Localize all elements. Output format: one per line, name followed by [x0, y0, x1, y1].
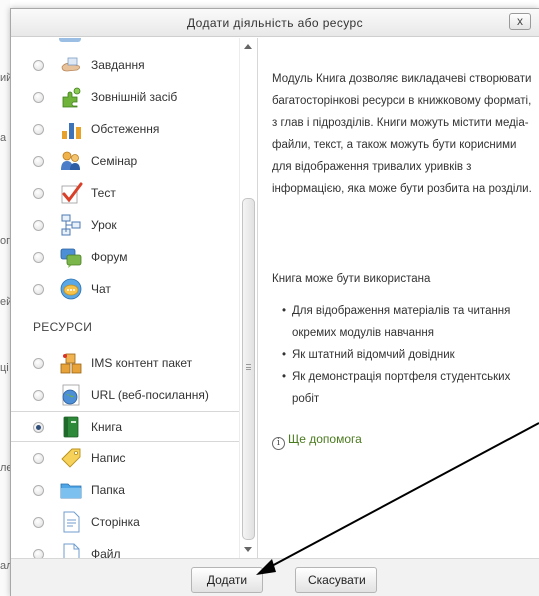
option-label: Форум: [91, 250, 128, 264]
help-panel: Модуль Книга дозволяє викладачеві створю…: [257, 38, 539, 558]
option-label: IMS контент пакет: [91, 356, 193, 370]
option-survey[interactable]: Обстеження: [11, 114, 239, 145]
option-label: Тест: [91, 186, 116, 200]
help-usage-intro: Книга може бути використана: [272, 273, 431, 285]
option-assignment[interactable]: Завдання: [11, 50, 239, 81]
scrollbar-thumb[interactable]: [242, 198, 255, 540]
option-label: Урок: [91, 218, 117, 232]
ims-package-icon: [60, 353, 82, 374]
option-page[interactable]: Сторінка: [11, 507, 239, 538]
scroll-down-arrow-icon[interactable]: [244, 547, 252, 552]
radio-button[interactable]: [33, 124, 44, 135]
option-label: Обстеження: [91, 122, 160, 136]
assignment-icon: [61, 57, 81, 72]
options-list: Завдання Зовнішній засіб Обстеження Семі…: [11, 38, 257, 558]
external-tool-icon: [62, 87, 81, 108]
more-help-link[interactable]: i Ще допомога: [272, 432, 362, 450]
radio-button[interactable]: [33, 188, 44, 199]
lesson-icon: [61, 214, 81, 236]
option-label: Семінар: [91, 154, 138, 168]
option-forum[interactable]: Форум: [11, 242, 239, 273]
quiz-icon: [61, 182, 83, 204]
option-label: URL (веб-посилання): [91, 388, 209, 402]
option-lesson[interactable]: Урок: [11, 210, 239, 241]
option-label-resource[interactable]: Напис: [11, 443, 239, 474]
option-label: Сторінка: [91, 515, 140, 529]
list-item: Для відображення матеріалів та читання о…: [272, 300, 534, 344]
label-tag-icon: [61, 448, 81, 468]
radio-button[interactable]: [33, 358, 44, 369]
folder-icon: [60, 483, 82, 499]
list-item: Як демонстрація портфеля студентських ро…: [272, 366, 534, 410]
option-label: Файл: [91, 547, 121, 558]
option-label: Напис: [91, 451, 126, 465]
radio-button[interactable]: [33, 60, 44, 71]
help-description: Модуль Книга дозволяє викладачеві створю…: [272, 73, 532, 195]
radio-button[interactable]: [33, 422, 44, 433]
option-chat[interactable]: Чат: [11, 274, 239, 305]
file-icon: [63, 543, 80, 558]
radio-button[interactable]: [33, 549, 44, 558]
option-external-tool[interactable]: Зовнішній засіб: [11, 82, 239, 113]
options-scrollbar[interactable]: [239, 38, 256, 558]
radio-button[interactable]: [33, 92, 44, 103]
dialog-title: Додати діяльність або ресурс: [186, 16, 364, 30]
forum-icon: [60, 248, 82, 268]
page-icon: [63, 511, 80, 533]
resources-section-header: РЕСУРСИ: [33, 320, 93, 334]
chat-icon: [60, 278, 82, 300]
more-help-label: Ще допомога: [288, 432, 362, 446]
help-usage-list: Для відображення матеріалів та читання о…: [272, 300, 534, 410]
option-label: Чат: [91, 282, 111, 296]
radio-button[interactable]: [33, 284, 44, 295]
book-icon: [63, 416, 79, 438]
grip-icon: [246, 364, 251, 370]
option-workshop[interactable]: Семінар: [11, 146, 239, 177]
option-quiz[interactable]: Тест: [11, 178, 239, 209]
radio-button[interactable]: [33, 517, 44, 528]
radio-button[interactable]: [33, 220, 44, 231]
radio-button[interactable]: [33, 156, 44, 167]
url-icon: [62, 384, 80, 406]
option-folder[interactable]: Папка: [11, 475, 239, 506]
survey-icon: [62, 123, 81, 139]
radio-button[interactable]: [33, 390, 44, 401]
option-url[interactable]: URL (веб-посилання): [11, 380, 239, 411]
info-icon: i: [272, 437, 285, 450]
option-label: Зовнішній засіб: [91, 90, 178, 104]
option-label: Книга: [91, 420, 123, 434]
cancel-button[interactable]: Скасувати: [295, 567, 377, 593]
option-ims-package[interactable]: IMS контент пакет: [11, 348, 239, 379]
background-text-fragment: ог: [0, 235, 11, 247]
add-activity-dialog: Додати діяльність або ресурс x Завдання …: [10, 8, 539, 596]
scroll-up-arrow-icon[interactable]: [244, 44, 252, 49]
add-button[interactable]: Додати: [191, 567, 263, 593]
partial-item-icon: [59, 38, 81, 42]
option-label: Завдання: [91, 58, 145, 72]
close-button[interactable]: x: [509, 13, 531, 30]
dialog-footer: Додати Скасувати: [11, 558, 539, 596]
radio-button[interactable]: [33, 485, 44, 496]
option-file[interactable]: Файл: [11, 539, 239, 558]
workshop-icon: [61, 151, 80, 170]
background-text-fragment: а: [0, 132, 7, 144]
radio-button[interactable]: [33, 252, 44, 263]
option-book[interactable]: Книга: [11, 411, 239, 442]
option-label: Папка: [91, 483, 125, 497]
list-item: Як штатний відомчий довідник: [272, 344, 534, 366]
dialog-titlebar: Додати діяльність або ресурс x: [11, 9, 539, 37]
background-text-fragment: ці: [0, 362, 9, 374]
radio-button[interactable]: [33, 453, 44, 464]
